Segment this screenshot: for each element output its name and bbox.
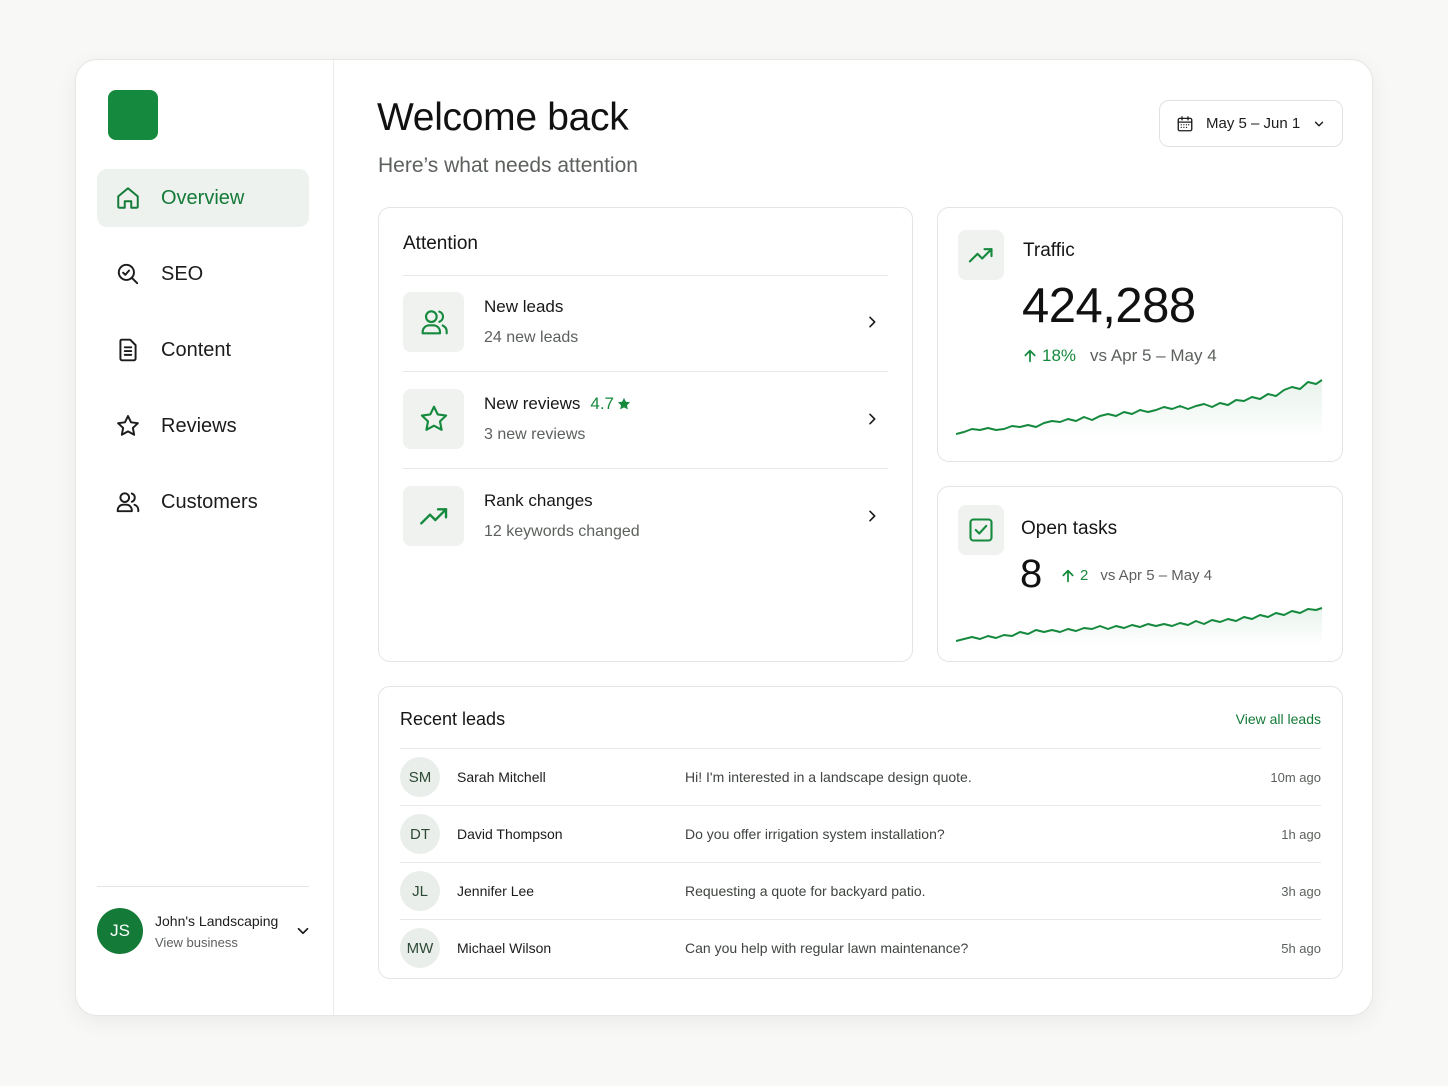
open-tasks-sparkline <box>956 607 1323 645</box>
attention-item-new-leads[interactable]: New leads 24 new leads <box>403 292 888 352</box>
lead-message: Hi! I'm interested in a landscape design… <box>685 769 972 785</box>
table-row[interactable]: MW Michael Wilson Can you help with regu… <box>400 928 1321 968</box>
home-icon <box>115 185 141 211</box>
view-all-leads-link[interactable]: View all leads <box>1236 711 1321 727</box>
date-range-picker[interactable]: May 5 – Jun 1 <box>1159 100 1343 147</box>
view-business-link[interactable]: View business <box>155 935 278 950</box>
rating-value: 4.7 <box>590 394 614 413</box>
attention-card: Attention New leads 24 new leads New rev… <box>378 207 913 662</box>
sidebar-item-customers[interactable]: Customers <box>97 473 309 531</box>
lead-avatar: SM <box>400 757 440 797</box>
divider <box>403 468 888 469</box>
chevron-right-icon <box>869 510 876 522</box>
attention-item-title: New reviews <box>484 394 581 413</box>
sidebar-item-content[interactable]: Content <box>97 321 309 379</box>
users-icon <box>403 292 464 352</box>
lead-time: 10m ago <box>1270 769 1321 785</box>
calendar-icon <box>1177 115 1193 131</box>
users-icon <box>115 489 141 515</box>
lead-name: Jennifer Lee <box>457 883 535 899</box>
attention-item-subtitle: 12 keywords changed <box>484 523 640 540</box>
lead-message: Requesting a quote for backyard patio. <box>685 883 926 899</box>
business-switcher[interactable]: JS John's Landscaping View business <box>97 906 312 956</box>
sidebar-item-label: Overview <box>161 186 245 209</box>
table-row[interactable]: SM Sarah Mitchell Hi! I'm interested in … <box>400 757 1321 797</box>
business-avatar: JS <box>97 908 143 954</box>
sidebar-item-overview[interactable]: Overview <box>97 169 309 227</box>
page-subtitle: Here’s what needs attention <box>378 154 638 177</box>
chevron-right-icon <box>869 316 876 328</box>
divider <box>400 862 1321 863</box>
star-filled-icon <box>617 397 631 410</box>
divider <box>400 748 1321 749</box>
trending-up-icon <box>403 486 464 546</box>
open-tasks-change-value: 2 <box>1080 567 1089 584</box>
lead-time: 1h ago <box>1281 826 1321 842</box>
chevron-down-icon <box>297 927 309 935</box>
lead-time: 3h ago <box>1281 883 1321 899</box>
rating-badge: 4.7 <box>590 394 632 414</box>
arrow-up-icon <box>1024 349 1036 363</box>
arrow-up-icon <box>1062 569 1074 582</box>
sidebar-item-label: Customers <box>161 490 258 513</box>
table-row[interactable]: JL Jennifer Lee Requesting a quote for b… <box>400 871 1321 911</box>
recent-leads-card: Recent leads View all leads SM Sarah Mit… <box>378 686 1343 979</box>
open-tasks-title: Open tasks <box>1021 518 1118 539</box>
brand-logo[interactable] <box>108 90 158 140</box>
attention-item-subtitle: 24 new leads <box>484 329 579 346</box>
traffic-comparison: vs Apr 5 – May 4 <box>1090 346 1217 365</box>
trending-up-icon <box>958 230 1004 280</box>
sidebar-divider <box>97 886 309 887</box>
traffic-change-value: 18% <box>1042 346 1077 365</box>
document-icon <box>115 337 141 363</box>
chevron-right-icon <box>869 413 876 425</box>
sidebar: Overview SEO Content Reviews Customers J… <box>76 60 334 1015</box>
recent-leads-title: Recent leads <box>400 709 506 729</box>
traffic-change: 18% vs Apr 5 – May 4 <box>1022 346 1217 366</box>
business-name: John's Landscaping <box>155 912 279 929</box>
lead-message: Can you help with regular lawn maintenan… <box>685 940 969 956</box>
attention-title: Attention <box>403 233 478 254</box>
search-icon <box>115 261 141 287</box>
traffic-sparkline <box>956 379 1323 438</box>
traffic-title: Traffic <box>1023 240 1075 261</box>
page-title: Welcome back <box>377 96 629 139</box>
divider <box>403 371 888 372</box>
open-tasks-card[interactable]: Open tasks 8 2 vs Apr 5 – May 4 <box>937 486 1343 662</box>
lead-avatar: JL <box>400 871 440 911</box>
lead-name: Michael Wilson <box>457 940 552 956</box>
table-row[interactable]: DT David Thompson Do you offer irrigatio… <box>400 814 1321 854</box>
sidebar-item-seo[interactable]: SEO <box>97 245 309 303</box>
divider <box>403 275 888 276</box>
attention-item-title: Rank changes <box>484 491 593 510</box>
lead-time: 5h ago <box>1281 940 1321 956</box>
divider <box>400 805 1321 806</box>
sidebar-item-label: Content <box>161 338 232 361</box>
chevron-down-icon <box>1315 121 1324 126</box>
star-icon <box>403 389 464 449</box>
open-tasks-comparison: vs Apr 5 – May 4 <box>1100 567 1213 584</box>
date-range-label: May 5 – Jun 1 <box>1206 115 1301 132</box>
attention-item-subtitle: 3 new reviews <box>484 426 586 443</box>
attention-item-new-reviews[interactable]: New reviews 4.7 3 new reviews <box>403 389 888 449</box>
divider <box>400 919 1321 920</box>
lead-avatar: DT <box>400 814 440 854</box>
traffic-card[interactable]: Traffic 424,288 18% vs Apr 5 – May 4 <box>937 207 1343 462</box>
sidebar-item-label: Reviews <box>161 414 237 437</box>
sidebar-item-reviews[interactable]: Reviews <box>97 397 309 455</box>
attention-item-rank-changes[interactable]: Rank changes 12 keywords changed <box>403 486 888 546</box>
lead-message: Do you offer irrigation system installat… <box>685 826 945 842</box>
open-tasks-change: 2 vs Apr 5 – May 4 <box>1060 567 1212 584</box>
traffic-value: 424,288 <box>1022 279 1196 333</box>
open-tasks-value: 8 <box>1020 552 1043 596</box>
lead-avatar: MW <box>400 928 440 968</box>
star-icon <box>115 413 141 439</box>
checkbox-icon <box>958 505 1004 555</box>
sidebar-item-label: SEO <box>161 262 204 285</box>
attention-item-title: New leads <box>484 297 564 316</box>
app-window: Overview SEO Content Reviews Customers J… <box>75 59 1373 1016</box>
lead-name: Sarah Mitchell <box>457 769 546 785</box>
main-content: Welcome back Here’s what needs attention… <box>335 60 1372 1015</box>
lead-name: David Thompson <box>457 826 563 842</box>
